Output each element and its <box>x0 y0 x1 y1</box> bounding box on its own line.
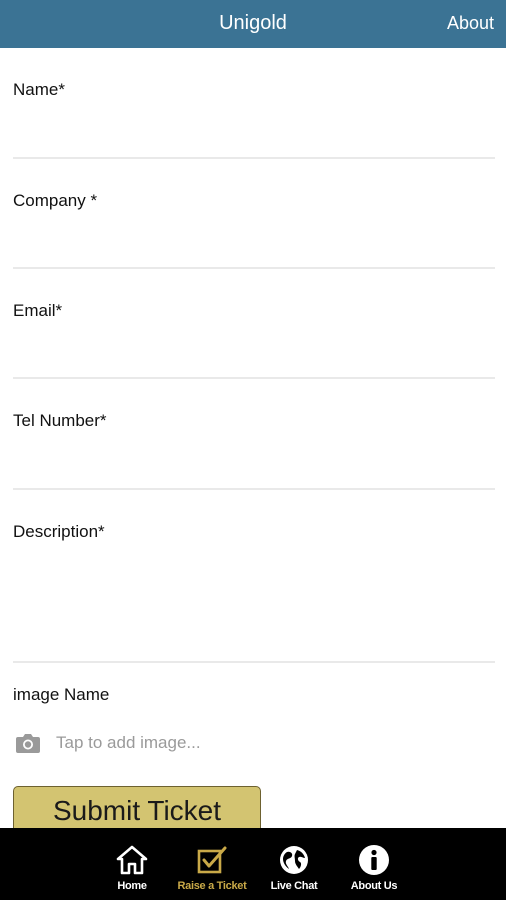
tab-home[interactable]: Home <box>92 828 172 900</box>
tel-field: Tel Number* <box>13 379 495 490</box>
tab-about-us-label: About Us <box>350 880 398 892</box>
camera-icon <box>16 734 40 753</box>
about-link[interactable]: About <box>447 0 494 48</box>
email-field: Email* <box>13 269 495 379</box>
company-field: Company * <box>13 159 495 269</box>
email-input[interactable] <box>13 331 495 371</box>
app-header: Unigold About <box>0 0 506 48</box>
name-label: Name* <box>13 80 65 99</box>
home-icon <box>116 845 148 875</box>
globe-icon <box>280 846 308 874</box>
tab-about-us[interactable]: About Us <box>334 828 414 900</box>
tab-raise-ticket-label: Raise a Ticket <box>177 880 247 892</box>
image-placeholder: Tap to add image... <box>56 733 201 752</box>
description-input[interactable] <box>13 552 495 655</box>
tel-input[interactable] <box>13 441 495 482</box>
name-input[interactable] <box>13 110 495 151</box>
company-input[interactable] <box>13 221 495 261</box>
submit-ticket-button[interactable]: Submit Ticket <box>13 786 261 834</box>
description-field: Description* <box>13 490 495 663</box>
info-icon <box>359 845 389 875</box>
company-label: Company * <box>13 191 98 210</box>
image-name-label: image Name <box>13 685 110 704</box>
email-label: Email* <box>13 301 63 320</box>
bottom-tab-bar: Home Raise a Ticket Live Chat About Us <box>0 828 506 900</box>
tab-home-label: Home <box>117 880 147 892</box>
name-field: Name* <box>13 48 495 159</box>
ticket-form: Name* Company * Email* Tel Number* Descr… <box>13 48 495 663</box>
app-title: Unigold <box>219 12 287 34</box>
tab-raise-ticket[interactable]: Raise a Ticket <box>172 828 252 900</box>
description-label: Description* <box>13 522 105 541</box>
tel-label: Tel Number* <box>13 411 107 430</box>
add-image-button[interactable]: Tap to add image... <box>15 730 315 756</box>
tab-live-chat-label: Live Chat <box>270 880 318 892</box>
checkbox-icon <box>197 846 227 874</box>
tab-live-chat[interactable]: Live Chat <box>254 828 334 900</box>
